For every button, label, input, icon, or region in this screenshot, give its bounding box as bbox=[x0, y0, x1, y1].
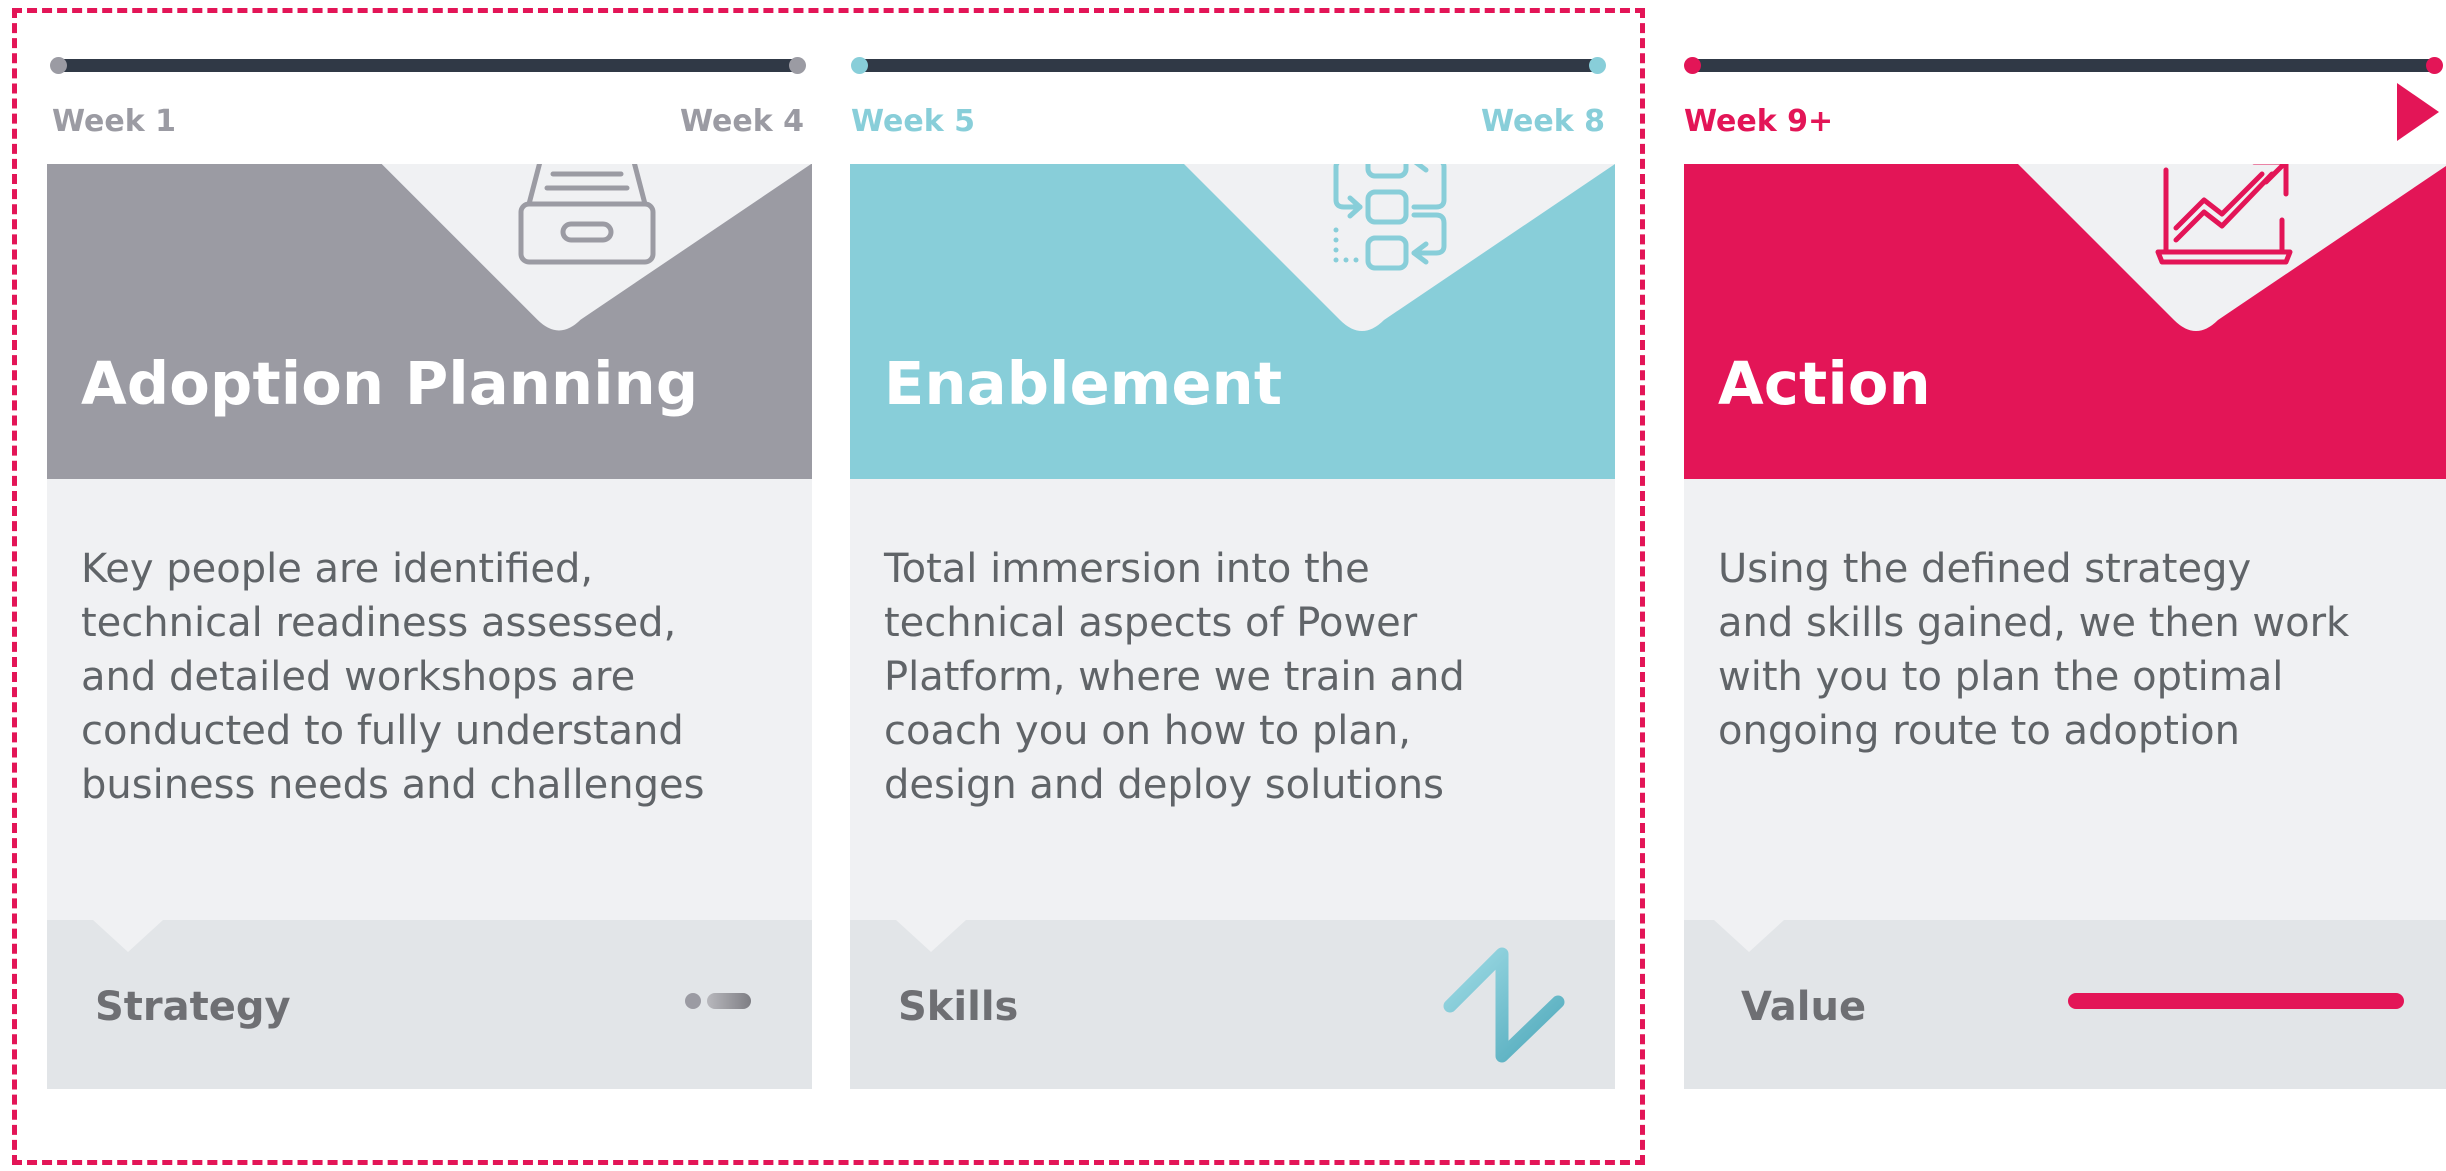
phase-card: Action Using the defined strategy and sk… bbox=[1684, 164, 2446, 1089]
timeline-end-dot bbox=[1589, 57, 1606, 74]
timeline-track bbox=[1690, 59, 2436, 72]
value-bar-icon bbox=[2068, 993, 2404, 1009]
card-header: Action bbox=[1684, 164, 2446, 479]
card-title: Action bbox=[1718, 349, 1931, 418]
timeline-end-dot bbox=[2426, 57, 2443, 74]
footer-notch bbox=[896, 920, 966, 952]
timeline-track bbox=[856, 59, 1604, 72]
laptop-growth-chart-icon bbox=[2155, 164, 2293, 265]
footer-notch bbox=[1714, 920, 1784, 952]
card-description: Total immersion into the technical aspec… bbox=[884, 546, 1465, 808]
week-start-label: Week 5 bbox=[851, 104, 975, 139]
week-start-label: Week 9+ bbox=[1684, 104, 1834, 139]
card-description: Using the defined strategy and skills ga… bbox=[1718, 546, 2350, 754]
zigzag-icon bbox=[1443, 947, 1565, 1063]
timeline-end-dot bbox=[789, 57, 806, 74]
week-end-label: Week 8 bbox=[1481, 104, 1605, 139]
timeline-start-dot bbox=[1684, 57, 1701, 74]
footer-label: Skills bbox=[898, 984, 1019, 1030]
workflow-blocks-icon bbox=[1333, 164, 1447, 271]
card-header: Enablement bbox=[850, 164, 1615, 479]
card-title: Enablement bbox=[884, 349, 1283, 418]
play-arrow-icon bbox=[2397, 83, 2439, 141]
footer-label: Value bbox=[1741, 984, 1867, 1030]
phase-card: Enablement Total immersion into the tech… bbox=[850, 164, 1615, 1089]
phase-action: Week 9+ Action Using the defined strateg… bbox=[0, 0, 2446, 1171]
timeline-start-dot bbox=[851, 57, 868, 74]
